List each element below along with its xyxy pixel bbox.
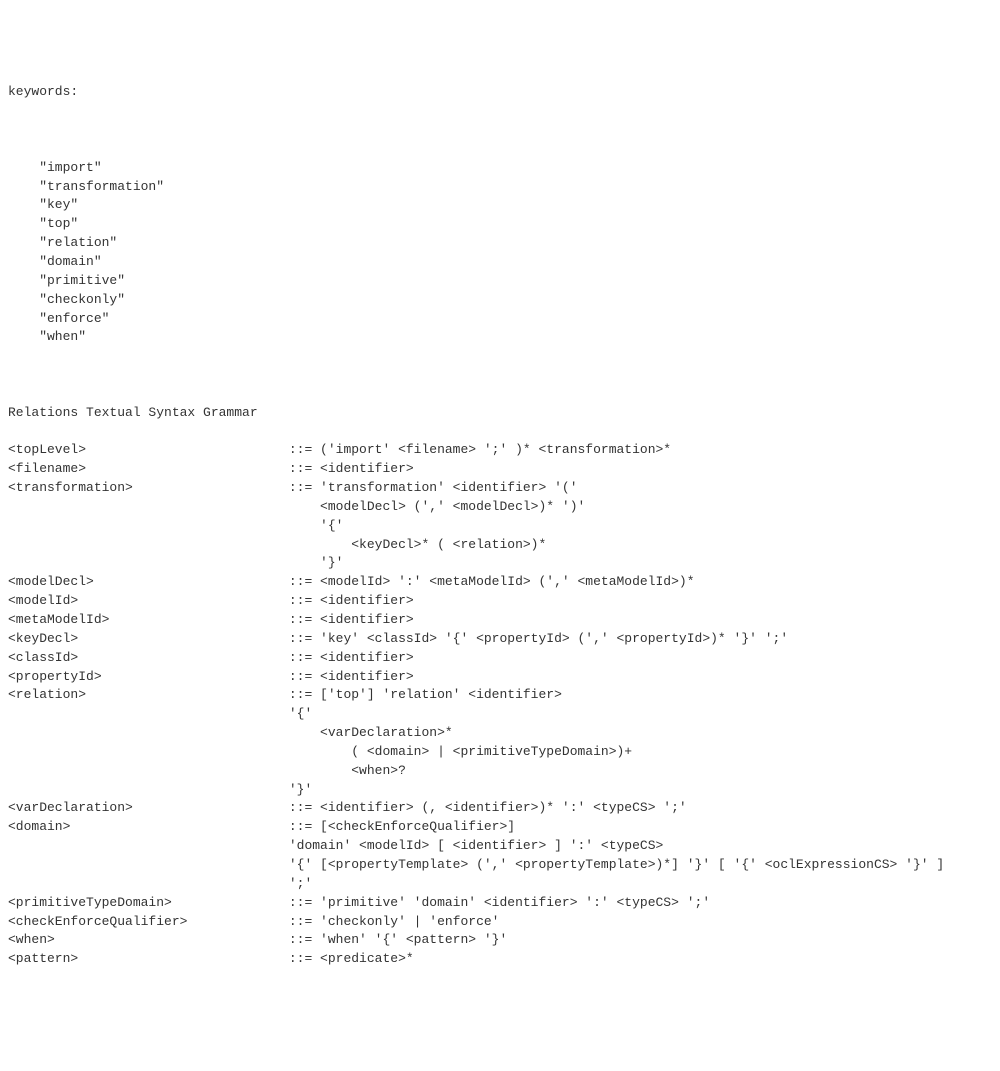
grammar-rule-cont: <varDeclaration>* <box>8 724 992 743</box>
grammar-rule-cont: <when>? <box>8 762 992 781</box>
keyword-item: "primitive" <box>8 272 992 291</box>
blank-line <box>8 121 992 140</box>
grammar-rule-cont: '{' [<propertyTemplate> (',' <propertyTe… <box>8 856 992 875</box>
keywords-header: keywords: <box>8 83 992 102</box>
keyword-item: "transformation" <box>8 178 992 197</box>
keyword-item: "domain" <box>8 253 992 272</box>
grammar-rule: <relation> ::= ['top'] 'relation' <ident… <box>8 686 992 705</box>
grammar-rule: <checkEnforceQualifier> ::= 'checkonly' … <box>8 913 992 932</box>
grammar-rule-cont: '{' <box>8 705 992 724</box>
keyword-item: "top" <box>8 215 992 234</box>
grammar-rule: <filename> ::= <identifier> <box>8 460 992 479</box>
grammar-rule-cont: '{' <box>8 517 992 536</box>
keyword-item: "key" <box>8 196 992 215</box>
keyword-item: "checkonly" <box>8 291 992 310</box>
grammar-rule: <when> ::= 'when' '{' <pattern> '}' <box>8 931 992 950</box>
grammar-rule: <primitiveTypeDomain> ::= 'primitive' 'd… <box>8 894 992 913</box>
keyword-item: "when" <box>8 328 992 347</box>
grammar-rule: <metaModelId> ::= <identifier> <box>8 611 992 630</box>
keywords-list: "import" "transformation" "key" "top" "r… <box>8 159 992 347</box>
grammar-rule: <modelDecl> ::= <modelId> ':' <metaModel… <box>8 573 992 592</box>
grammar-rule: <topLevel> ::= ('import' <filename> ';' … <box>8 441 992 460</box>
grammar-header: Relations Textual Syntax Grammar <box>8 404 992 423</box>
grammar-rule-cont: '}' <box>8 554 992 573</box>
grammar-rule: <pattern> ::= <predicate>* <box>8 950 992 969</box>
grammar-rule: <propertyId> ::= <identifier> <box>8 668 992 687</box>
grammar-rule-cont: ( <domain> | <primitiveTypeDomain>)+ <box>8 743 992 762</box>
keyword-item: "enforce" <box>8 310 992 329</box>
grammar-rule-cont: <modelDecl> (',' <modelDecl>)* ')' <box>8 498 992 517</box>
grammar-rule-cont: ';' <box>8 875 992 894</box>
grammar-rules: <topLevel> ::= ('import' <filename> ';' … <box>8 441 992 969</box>
grammar-rule: <modelId> ::= <identifier> <box>8 592 992 611</box>
grammar-rule-cont: '}' <box>8 781 992 800</box>
grammar-rule-cont: 'domain' <modelId> [ <identifier> ] ':' … <box>8 837 992 856</box>
blank-line <box>8 366 992 385</box>
grammar-rule: <classId> ::= <identifier> <box>8 649 992 668</box>
keyword-item: "import" <box>8 159 992 178</box>
grammar-rule-cont: <keyDecl>* ( <relation>)* <box>8 536 992 555</box>
grammar-rule: <transformation> ::= 'transformation' <i… <box>8 479 992 498</box>
grammar-rule: <keyDecl> ::= 'key' <classId> '{' <prope… <box>8 630 992 649</box>
keyword-item: "relation" <box>8 234 992 253</box>
grammar-rule: <domain> ::= [<checkEnforceQualifier>] <box>8 818 992 837</box>
